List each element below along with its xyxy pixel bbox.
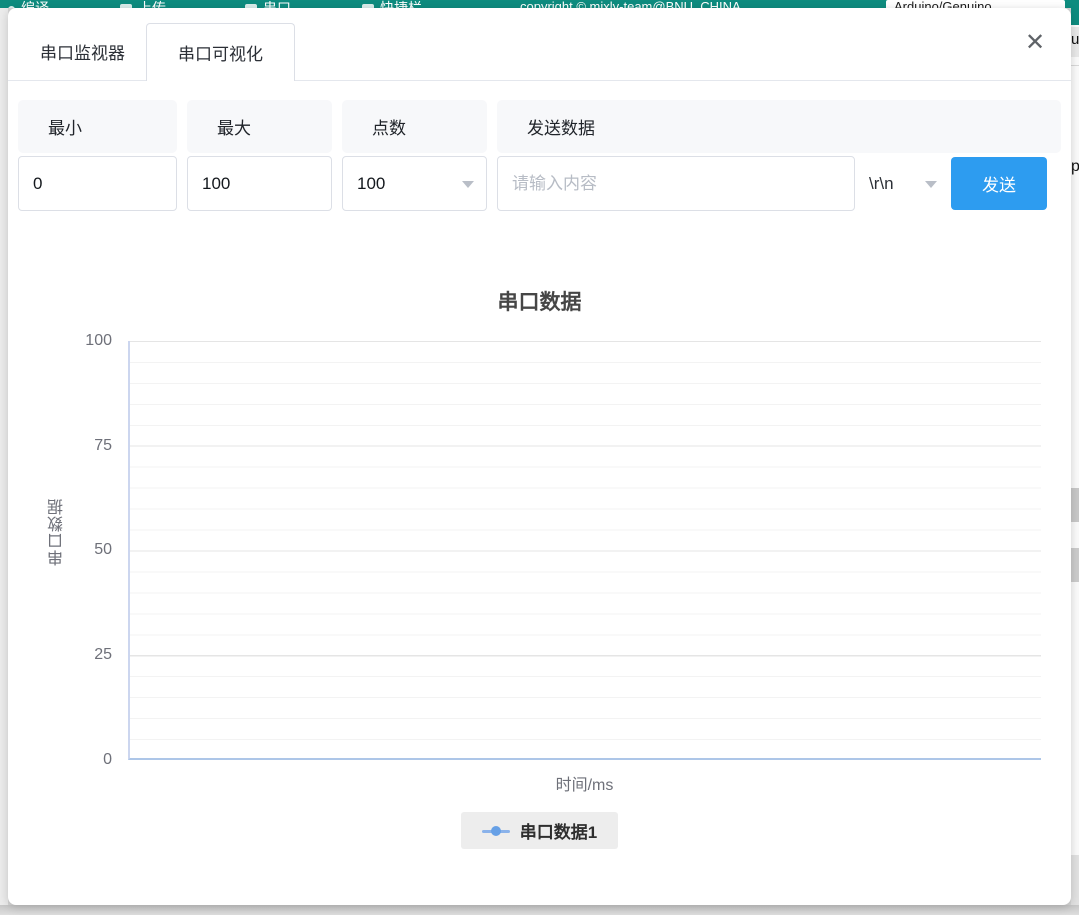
background-text-p: p (1071, 158, 1079, 176)
background-block (1071, 488, 1079, 522)
chart-title: 串口数据 (8, 286, 1071, 316)
send-data-header-label: 发送数据 (497, 100, 1061, 153)
toolbar-compile-label: 编译 (21, 1, 49, 8)
tab-serial-visualization-label: 串口可视化 (178, 40, 263, 65)
y-axis-tick: 100 (64, 333, 112, 349)
tab-serial-monitor[interactable]: 串口监视器 (28, 23, 137, 80)
line-ending-select[interactable]: \r\n (855, 156, 945, 211)
copyright-text: copyright © mixly-team@BNU, CHINA (520, 0, 741, 8)
page-background-bottom (0, 905, 1079, 915)
statusbar-edge (1071, 8, 1079, 25)
send-button[interactable]: 发送 (951, 157, 1047, 210)
y-axis-label: 串口数据 (46, 498, 70, 566)
y-axis-tick: 25 (64, 647, 112, 663)
line-ending-value: \r\n (869, 174, 894, 194)
serial-dialog: 串口监视器 串口可视化 ✕ 最小 最大 点数 发送数据 \r\n 发送 (8, 8, 1071, 905)
y-axis-tick: 75 (64, 438, 112, 454)
background-divider (1071, 65, 1079, 66)
background-block (1071, 548, 1079, 582)
page-background-right: u p (1071, 8, 1079, 905)
y-axis-tick: 50 (64, 542, 112, 558)
board-selector[interactable]: Arduino/Genuino (886, 0, 1065, 8)
background-text-u: u (1071, 27, 1079, 57)
legend-series-label: 串口数据1 (520, 818, 597, 843)
tab-bar: 串口监视器 串口可视化 (8, 23, 1071, 81)
toolbar-serial-button[interactable]: 串口 (245, 1, 291, 8)
toolbar-upload-button[interactable]: 上传 (120, 1, 166, 8)
max-header-label: 最大 (187, 100, 332, 153)
chevron-down-icon (925, 181, 937, 188)
close-icon[interactable]: ✕ (1023, 32, 1047, 56)
toolbar-upload-label: 上传 (138, 1, 166, 8)
points-header-label: 点数 (342, 100, 487, 153)
send-data-input[interactable] (497, 156, 855, 211)
toolbar-serial-label: 串口 (263, 1, 291, 8)
line-series-marker-icon (482, 826, 510, 836)
toolbar-quickbar-button[interactable]: 快捷栏 (362, 1, 422, 8)
legend-item-series1[interactable]: 串口数据1 (461, 812, 618, 849)
max-input[interactable] (187, 156, 332, 211)
toolbar-compile-button[interactable]: 编译 (8, 1, 49, 8)
page-background-left (0, 8, 8, 905)
chart-settings-form: 最小 最大 点数 发送数据 \r\n 发送 (8, 81, 1071, 211)
points-select[interactable] (342, 156, 487, 211)
tab-serial-monitor-label: 串口监视器 (40, 39, 125, 64)
tab-serial-visualization[interactable]: 串口可视化 (146, 23, 295, 81)
x-axis-label: 时间/ms (128, 771, 1041, 795)
points-select-value[interactable] (342, 156, 487, 211)
app-status-bar: 编译 上传 串口 快捷栏 copyright © mixly-team@BNU,… (0, 0, 1079, 8)
toolbar-quickbar-label: 快捷栏 (380, 1, 422, 8)
min-header-label: 最小 (18, 100, 177, 153)
min-input[interactable] (18, 156, 177, 211)
background-block (1071, 855, 1079, 905)
chart-plot-area (128, 341, 1041, 760)
y-axis-tick: 0 (64, 752, 112, 768)
chart-legend: 串口数据1 (8, 812, 1071, 849)
